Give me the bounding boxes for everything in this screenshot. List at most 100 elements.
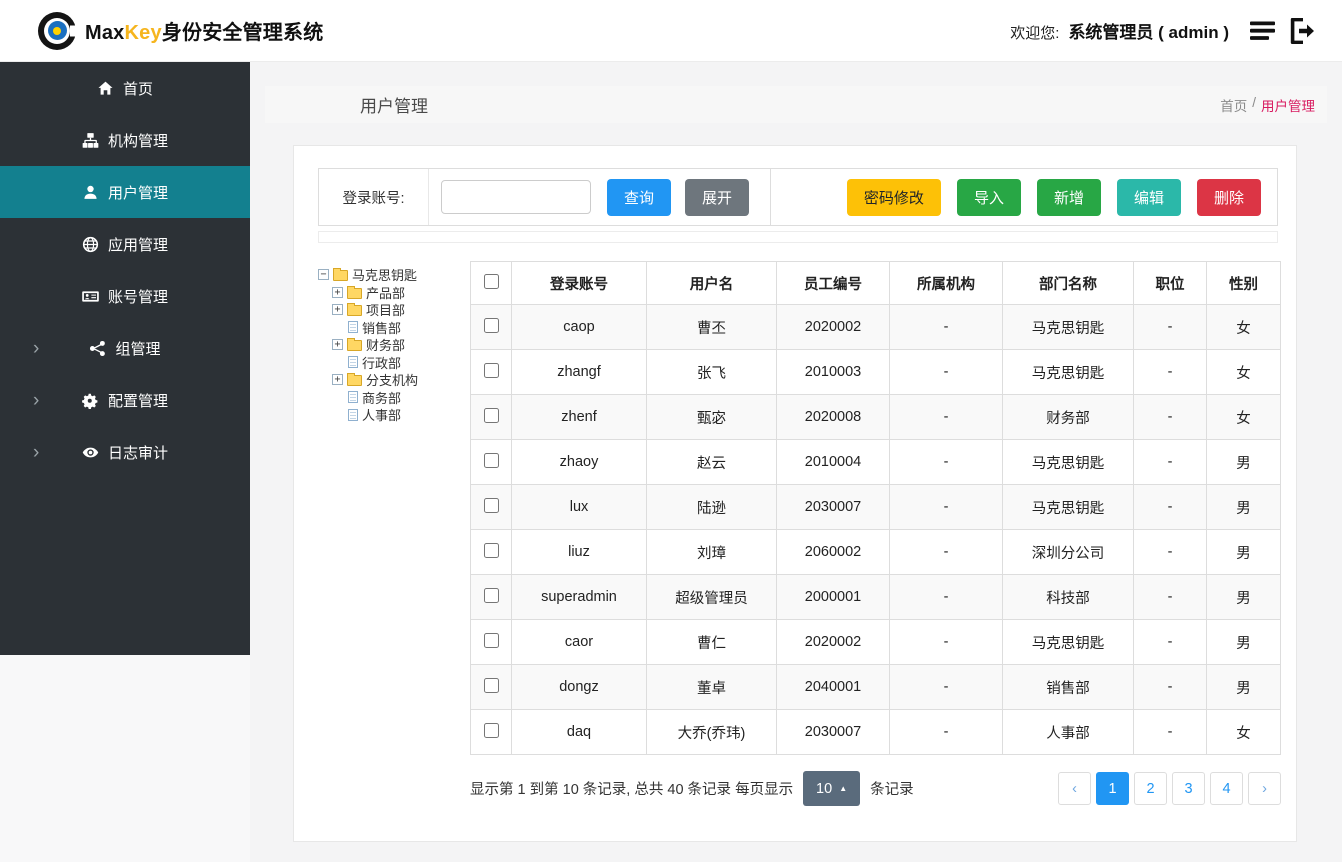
table-cell: 2000001 [776,574,890,620]
file-icon [348,356,358,369]
table-cell: 陆逊 [646,484,777,530]
share-icon [89,340,106,357]
globe-icon [82,236,99,253]
table-cell: - [889,619,1003,665]
action-buttons: 密码修改 导入 新增 编辑 删除 [771,178,1277,216]
table-cell: 马克思钥匙 [1002,304,1134,350]
folder-icon [347,338,362,352]
table-row[interactable]: zhangf 张飞 2010003- 马克思钥匙 - 女 [470,349,1281,395]
tree-node[interactable]: + 分支机构 [318,371,470,389]
page-button-4[interactable]: 4 [1210,772,1243,805]
page-size-value: 10 [816,780,833,797]
brand-max: Max [85,22,125,44]
column-header: 用户名 [646,261,777,305]
folder-icon [347,303,362,317]
table-row[interactable]: lux 陆逊 2030007- 马克思钥匙 - 男 [470,484,1281,530]
tree-node-label: 行政部 [362,355,402,371]
row-checkbox[interactable] [483,317,499,333]
page-button-1[interactable]: 1 [1096,772,1129,805]
column-header: 性别 [1206,261,1281,305]
sidebar-item-home[interactable]: 首页 [0,62,250,114]
sidebar-item-org[interactable]: 机构管理 [0,114,250,166]
row-checkbox[interactable] [483,677,499,693]
org-tree: − 马克思钥匙 + 产品部 + 项目部 销售部 + 财务部 行政部 + 分支机构 商务部 人事部 [318,261,470,806]
row-checkbox[interactable] [483,362,499,378]
collapse-icon[interactable]: − [318,269,329,281]
row-checkbox[interactable] [483,497,499,513]
table-cell: - [1133,709,1207,755]
sidebar-item-users[interactable]: 用户管理 [0,166,250,218]
table-row[interactable]: daq 大乔(乔玮) 2030007- 人事部 - 女 [470,709,1281,755]
row-checkbox[interactable] [483,587,499,603]
expand-icon[interactable]: + [332,339,343,351]
expand-icon[interactable]: + [332,304,343,316]
tree-node[interactable]: 销售部 [318,319,470,337]
edit-button[interactable]: 编辑 [1116,178,1181,216]
record-summary: 显示第 1 到第 10 条记录, 总共 40 条记录 每页显示 10 ▲ 条记录 [470,771,914,806]
file-icon [348,321,358,334]
tree-node[interactable]: 人事部 [318,406,470,424]
menu-hamburger-icon[interactable] [1247,16,1281,46]
search-button[interactable]: 查询 [607,178,672,216]
table-cell: - [889,574,1003,620]
row-checkbox[interactable] [483,722,499,738]
sidebar-item-config[interactable]: › 配置管理 [0,374,250,426]
row-checkbox[interactable] [483,452,499,468]
table-row[interactable]: zhenf 甄宓 2020008- 财务部 - 女 [470,394,1281,440]
column-header: 部门名称 [1002,261,1134,305]
row-checkbox[interactable] [483,632,499,648]
table-cell: 马克思钥匙 [1002,484,1134,530]
sidebar-item-accounts[interactable]: 账号管理 [0,270,250,322]
expand-icon[interactable]: + [332,286,343,298]
tree-node[interactable]: + 项目部 [318,301,470,319]
expand-icon[interactable]: + [332,374,343,386]
password-change-button[interactable]: 密码修改 [846,178,941,216]
tree-node[interactable]: 行政部 [318,354,470,372]
table-row[interactable]: caop 曹丕 2020002- 马克思钥匙 - 女 [470,304,1281,350]
table-row[interactable]: zhaoy 赵云 2010004- 马克思钥匙 - 男 [470,439,1281,485]
sidebar-item-groups[interactable]: › 组管理 [0,322,250,374]
prev-page-button[interactable]: ‹ [1058,772,1091,805]
login-account-input[interactable] [441,180,591,214]
brand-suffix: 身份安全管理系统 [161,22,324,44]
file-icon [348,408,358,421]
table-cell: - [889,529,1003,575]
user-management-card: 登录账号: 查询 展开 密码修改 导入 新增 编辑 删除 − 马克思钥匙 + 产品部 + 项目部销… [293,145,1297,842]
pager: ‹ 1 2 3 4 › [1058,772,1281,805]
row-checkbox[interactable] [483,407,499,423]
select-all-checkbox[interactable] [483,273,499,289]
tree-node[interactable]: 商务部 [318,389,470,407]
row-checkbox-cell [470,709,512,755]
logout-icon[interactable] [1286,16,1320,46]
chevron-right-icon: › [33,337,40,359]
sidebar-item-apps[interactable]: 应用管理 [0,218,250,270]
page-button-2[interactable]: 2 [1134,772,1167,805]
import-button[interactable]: 导入 [956,178,1021,216]
page-size-dropdown[interactable]: 10 ▲ [803,771,861,806]
table-row[interactable]: dongz 董卓 2040001- 销售部 - 男 [470,664,1281,710]
table-row[interactable]: superadmin 超级管理员 2000001- 科技部 - 男 [470,574,1281,620]
next-page-button[interactable]: › [1248,772,1281,805]
table-cell: - [1133,484,1207,530]
table-cell: 2020002 [776,304,890,350]
tree-node-root[interactable]: − 马克思钥匙 [318,266,470,284]
idcard-icon [82,288,99,305]
table-cell: 男 [1206,439,1281,485]
row-checkbox[interactable] [483,542,499,558]
user-icon [82,184,99,201]
delete-button[interactable]: 删除 [1196,178,1261,216]
tree-node[interactable]: + 财务部 [318,336,470,354]
sidebar-item-audit[interactable]: › 日志审计 [0,426,250,478]
table-cell: caor [511,619,647,665]
tree-node-label: 项目部 [366,303,406,319]
add-button[interactable]: 新增 [1036,178,1101,216]
table-row[interactable]: liuz 刘璋 2060002- 深圳分公司 - 男 [470,529,1281,575]
page-button-3[interactable]: 3 [1172,772,1205,805]
expand-button[interactable]: 展开 [685,178,750,216]
breadcrumb-home-link[interactable]: 首页 [1220,95,1247,115]
tree-node[interactable]: + 产品部 [318,284,470,302]
table-cell: 女 [1206,709,1281,755]
table-cell: - [889,664,1003,710]
search-toolbar: 登录账号: 查询 展开 密码修改 导入 新增 编辑 删除 [318,168,1278,226]
table-row[interactable]: caor 曹仁 2020002- 马克思钥匙 - 男 [470,619,1281,665]
